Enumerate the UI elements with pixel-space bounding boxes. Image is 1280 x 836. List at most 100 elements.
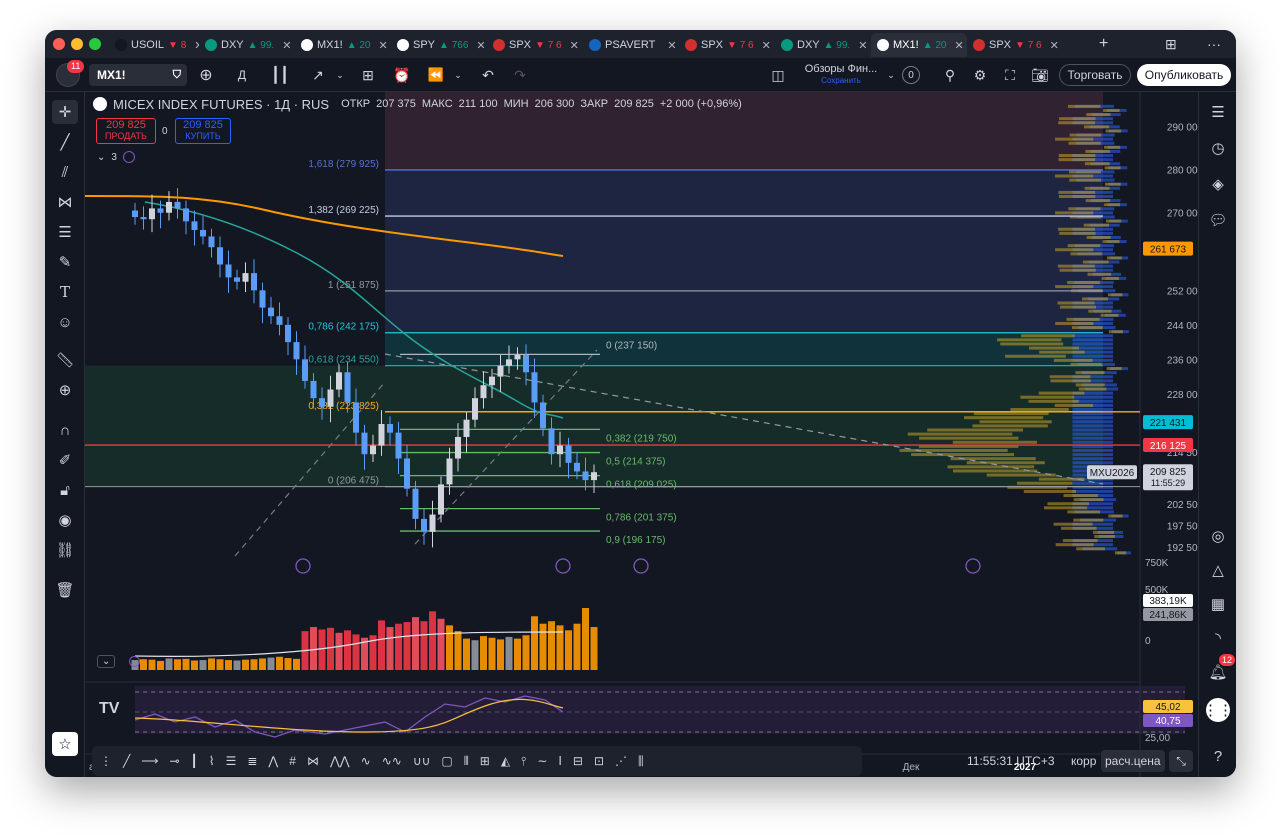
replay-icon[interactable]: ⏪ — [425, 64, 447, 86]
indicators-toggle[interactable]: ⌄ 3 — [97, 151, 135, 163]
adjustment-toggle[interactable]: корр — [1071, 750, 1096, 772]
redo-icon[interactable]: ↷ — [509, 64, 531, 86]
lock-icon[interactable]: 🔓︎ — [52, 478, 78, 502]
close-tab-icon[interactable]: ✕ — [570, 39, 579, 52]
tab-mx1[interactable]: MX1! ▲ 20 ✕ — [295, 33, 391, 57]
scale-settings-icon[interactable]: ⤡ — [1169, 750, 1193, 772]
indicators-icon[interactable]: ↗ — [307, 64, 329, 86]
fib-retracement-icon[interactable]: ☰ — [52, 220, 78, 244]
tab-usoil[interactable]: USOIL ▼ 8 ✕ — [109, 33, 199, 57]
vertical-line-icon[interactable]: ┃ — [191, 754, 198, 768]
projection-icon[interactable]: ◭ — [501, 754, 510, 768]
volume-profile-icon[interactable]: ⫼ — [638, 754, 644, 769]
quick-search-icon[interactable]: ⚲ — [939, 64, 961, 86]
ideas-icon[interactable]: △ — [1206, 558, 1230, 582]
symbol-search-input[interactable]: MX1! ⛉ — [89, 64, 187, 86]
ruler-icon[interactable]: 📏︎ — [52, 348, 78, 372]
sine-line-icon[interactable]: ∼ — [537, 754, 547, 768]
eye-icon[interactable]: ◉ — [52, 508, 78, 532]
maximize-window-button[interactable] — [89, 38, 101, 50]
settings-gear-icon[interactable]: ⚙ — [969, 64, 991, 86]
sell-button[interactable]: 209 825 ПРОДАТЬ — [96, 118, 156, 144]
compare-plus-icon[interactable]: ⊕ — [195, 64, 217, 86]
buy-button[interactable]: 209 825 КУПИТЬ — [175, 118, 231, 144]
forecast-icon[interactable]: ⋰ — [615, 754, 627, 768]
bar-style-icon[interactable]: ┃┃ — [269, 64, 291, 86]
tab-dxy[interactable]: DXY ▲ 99. ✕ — [775, 33, 871, 57]
layout-panel-icon[interactable]: ◫ — [767, 64, 789, 86]
tab-spx[interactable]: SPX ▼ 7 6 ✕ — [679, 33, 775, 57]
help-icon[interactable]: ? — [1206, 744, 1230, 768]
layers-icon[interactable]: ◈ — [1206, 172, 1230, 196]
new-tab-plus-icon[interactable]: + — [1099, 33, 1108, 55]
close-tab-icon[interactable]: ✕ — [379, 39, 388, 52]
minimize-window-button[interactable] — [71, 38, 83, 50]
close-tab-icon[interactable]: ✕ — [858, 39, 867, 52]
channel-icon[interactable]: ⫽ — [52, 160, 78, 184]
tab-dxy[interactable]: DXY ▲ 99. ✕ — [199, 33, 295, 57]
more-menu-icon[interactable]: ··· — [1207, 33, 1221, 55]
abcd-pattern-icon[interactable]: ⋈ — [307, 754, 319, 768]
fib-extension-icon[interactable]: ≣ — [247, 754, 257, 768]
target-icon[interactable]: ◎ — [1206, 524, 1230, 548]
close-tab-icon[interactable]: ✕ — [762, 39, 771, 52]
text-cursor-icon[interactable]: Ⅰ — [558, 754, 562, 768]
tab-spy[interactable]: SPY ▲ 766 ✕ — [391, 33, 487, 57]
chart-area[interactable]: 1,618 (279 925) 1,382 (269 225) 1 (251 875… — [85, 92, 1198, 777]
trend-line-icon[interactable]: ╱ — [123, 754, 130, 768]
fib-retracement-icon[interactable]: ☰ — [226, 754, 237, 768]
link-icon[interactable]: ⛓ — [52, 538, 78, 562]
watchlist-icon[interactable]: ☰ — [1206, 100, 1230, 124]
settlement-price-toggle[interactable]: расч.цена — [1101, 750, 1165, 772]
interval-button[interactable]: Д — [231, 64, 253, 86]
close-tab-icon[interactable]: ✕ — [1050, 39, 1059, 52]
bars-pattern-icon[interactable]: ⫴ — [464, 754, 469, 769]
close-tab-icon[interactable]: ✕ — [476, 39, 485, 52]
anchored-vwap-icon[interactable]: ⫯ — [521, 754, 526, 769]
drag-handle-icon[interactable]: ⋮ — [100, 754, 112, 768]
fullscreen-icon[interactable]: ⛶ — [999, 64, 1021, 86]
favorites-star-icon[interactable]: ☆ — [52, 732, 78, 756]
apps-grid-icon[interactable]: ⋮⋮ — [1203, 698, 1233, 722]
zoom-in-icon[interactable]: ⊕ — [52, 378, 78, 402]
templates-grid-icon[interactable]: ⊞ — [357, 64, 379, 86]
magnet-icon[interactable]: ∩ — [52, 418, 78, 442]
path-icon[interactable]: ⌇ — [209, 754, 215, 768]
undo-icon[interactable]: ↶ — [477, 64, 499, 86]
user-avatar[interactable]: 11 — [53, 60, 85, 87]
tab-spx[interactable]: SPX ▼ 7 6 ✕ — [967, 33, 1063, 57]
alerts-clock-icon[interactable]: ◷ — [1206, 136, 1230, 160]
chat-icon[interactable]: 💬︎ — [1206, 208, 1230, 232]
ghost-feed-icon[interactable]: ⊞ — [480, 754, 490, 768]
camera-icon[interactable]: 📷︎ — [1029, 64, 1051, 86]
symbol-title[interactable]: MICEX INDEX FUTURES · 1Д · RUS — [113, 97, 329, 112]
tab-spx[interactable]: SPX ▼ 7 6 ✕ — [487, 33, 583, 57]
price-range-icon[interactable]: ⊡ — [594, 754, 604, 768]
pattern-icon[interactable]: ⋈ — [52, 190, 78, 214]
horizontal-line-icon[interactable]: ⊸ — [169, 754, 179, 768]
grid-icon[interactable]: # — [289, 754, 296, 768]
elliott-wave-icon[interactable]: ∿ — [361, 754, 371, 768]
head-shoulders-icon[interactable]: ⋀⋀ — [330, 754, 350, 768]
crosshair-icon[interactable]: ✛ — [52, 100, 78, 124]
cycle-icon[interactable]: ∪∪ — [413, 754, 431, 768]
wave-wxy-icon[interactable]: ∿∿ — [382, 754, 402, 768]
utc-clock[interactable]: 11:55:31 UTC+3 — [967, 750, 1055, 772]
close-tab-icon[interactable]: ✕ — [282, 39, 291, 52]
tab-mx1[interactable]: MX1! ▲ 20 ✕ — [871, 33, 967, 57]
trend-line-icon[interactable]: ╱ — [52, 130, 78, 154]
xabcd-pattern-icon[interactable]: ⋀ — [268, 754, 278, 768]
chevron-down-icon[interactable]: ⌄ — [333, 64, 347, 86]
layout-icon[interactable]: ⊞ — [1165, 33, 1177, 55]
trade-button[interactable]: Торговать — [1059, 64, 1131, 86]
publish-button[interactable]: Опубликовать — [1137, 64, 1231, 86]
horizontal-ray-icon[interactable]: ⟶ — [141, 754, 158, 768]
trash-icon[interactable]: 🗑︎ — [52, 578, 78, 602]
rectangle-icon[interactable]: ▢ — [441, 754, 452, 768]
chevron-down-icon[interactable]: ⌄ — [885, 64, 897, 86]
chevron-down-icon[interactable]: ⌄ — [451, 64, 465, 86]
emoji-icon[interactable]: ☺ — [52, 310, 78, 334]
close-window-button[interactable] — [53, 38, 65, 50]
close-tab-icon[interactable]: ✕ — [667, 39, 676, 52]
rsi-pane-controls[interactable]: ⌄ — [97, 655, 141, 668]
